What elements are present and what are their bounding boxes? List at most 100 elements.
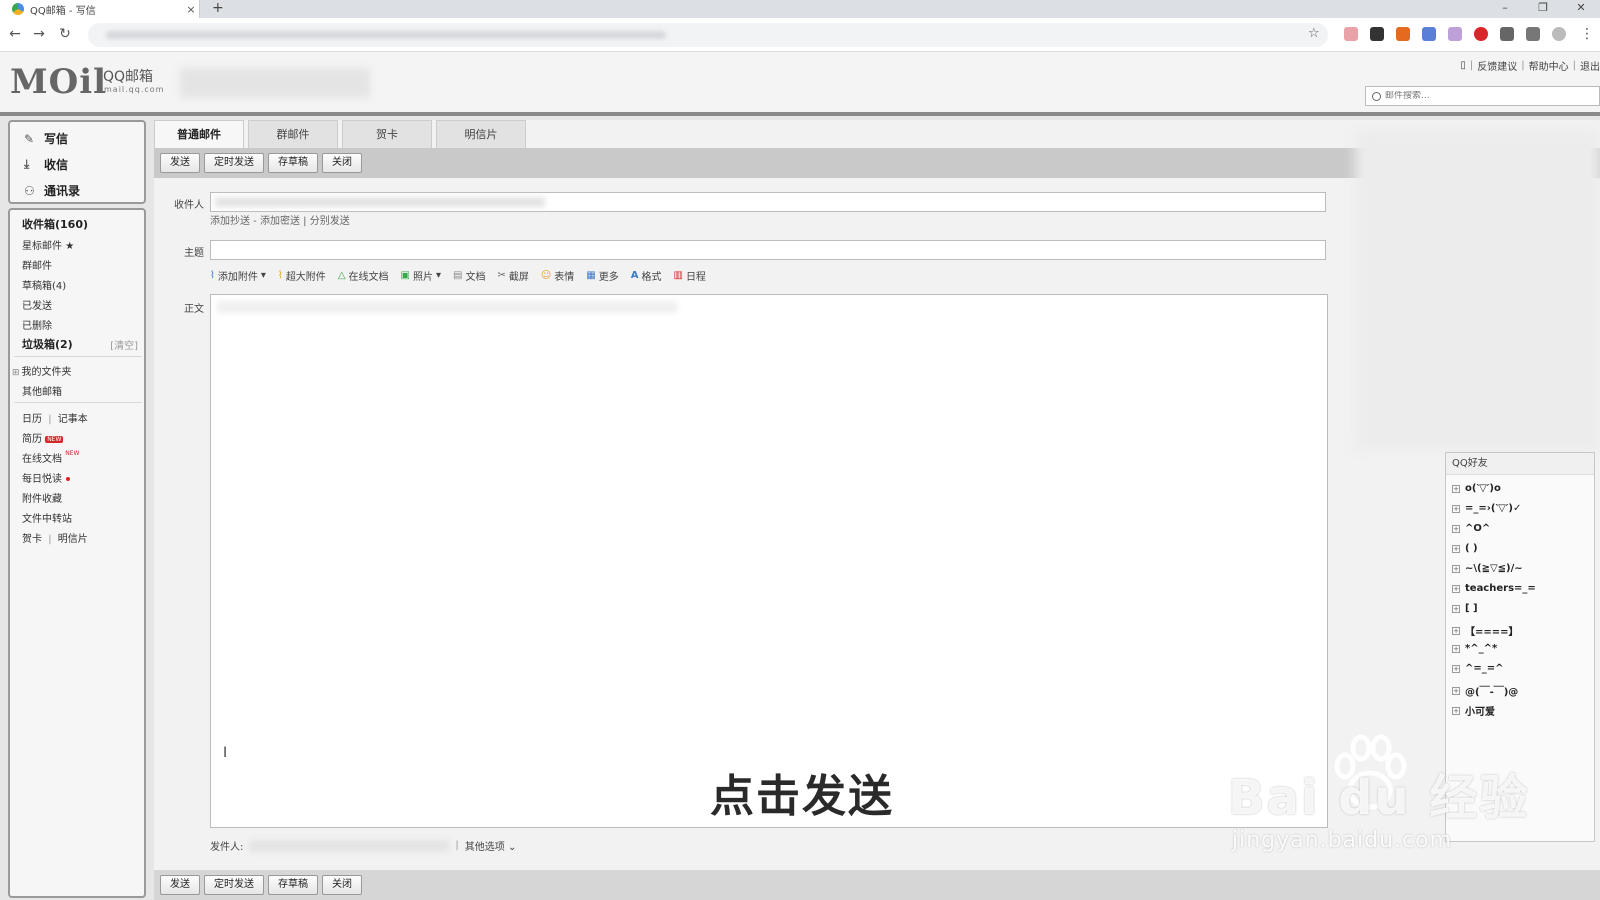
compose-toolbar-bottom: 发送 定时发送 存草稿 关闭 [154,870,1600,900]
back-icon[interactable]: ← [6,26,24,42]
chevron-down-icon[interactable]: ▾ [261,270,266,281]
contact-group[interactable]: +( ) [1452,543,1478,554]
send-button[interactable]: 发送 [160,153,200,173]
sender-address-blurred[interactable] [249,839,450,852]
browser-menu-icon[interactable]: ⋮ [1578,26,1596,42]
photo-button[interactable]: ▣ 照片 ▾ [401,268,441,283]
add-bcc-link[interactable]: 添加密送 [260,216,300,227]
sidebar-item-resume[interactable]: 简历 NEW [22,430,64,445]
contact-group[interactable]: + 小可爱 [1452,703,1495,718]
contacts-button[interactable]: ⚇ 通讯录 [24,182,80,199]
sidebar-item-attachment-fav[interactable]: 附件收藏 [22,490,62,505]
tab-normal-mail[interactable]: 普通邮件 [154,120,244,148]
forward-icon[interactable]: → [30,26,48,42]
tab-close-icon[interactable]: × [183,3,199,16]
schedule-send-button[interactable]: 定时发送 [204,875,264,895]
sidebar-item-inbox[interactable]: 收件箱(160) [22,216,88,232]
feedback-link[interactable]: 反馈建议 [1477,58,1517,73]
large-attachment-button[interactable]: ⌇ 超大附件 [278,268,326,283]
profile-icon[interactable] [1552,27,1566,41]
mobile-icon[interactable]: ▯ [1460,60,1466,71]
browser-tab-active[interactable]: QQ邮箱 - 写信 × [0,0,200,18]
minimize-icon[interactable]: – [1486,0,1524,18]
schedule-button[interactable]: ▥ 日程 [673,268,705,283]
body-editor[interactable]: I [210,294,1328,828]
chevron-down-icon[interactable]: ▾ [436,270,441,281]
send-button[interactable]: 发送 [160,875,200,895]
reload-icon[interactable]: ↻ [56,26,74,42]
sidebar-item-daily-read[interactable]: 每日悦读 [22,470,70,485]
sidebar-item-group[interactable]: 群邮件 [22,257,52,272]
new-tab-button[interactable]: + [212,0,224,17]
extension-icon[interactable] [1396,27,1410,41]
screenshot-button[interactable]: ✂ 截屏 [497,268,528,283]
mail-search-input[interactable] [1385,91,1575,101]
separate-send-link[interactable]: 分别发送 [310,216,350,227]
close-button[interactable]: 关闭 [322,153,362,173]
receive-button[interactable]: ⤓ 收信 [24,156,68,173]
mail-logo[interactable]: MOil [10,62,107,102]
compose-button[interactable]: ✎ 写信 [24,130,68,147]
greeting-card-link[interactable]: 贺卡 [22,534,42,545]
to-field[interactable] [210,192,1326,212]
contact-group[interactable]: + *^_^* [1452,643,1497,654]
help-center-link[interactable]: 帮助中心 [1529,58,1569,73]
document-button[interactable]: ▤ 文档 [453,268,485,283]
spam-clear-link[interactable]: [清空] [110,337,138,352]
tab-postcard[interactable]: 明信片 [436,120,526,148]
online-doc-button[interactable]: △ 在线文档 [338,268,389,283]
contact-group[interactable]: + ~\(≧▽≦)/~ [1452,563,1523,574]
close-button[interactable]: 关闭 [322,875,362,895]
extension-icon[interactable] [1344,27,1358,41]
sidebar-item-drafts[interactable]: 草稿箱(4) [22,277,66,292]
schedule-send-button[interactable]: 定时发送 [204,153,264,173]
sidebar-item-starred[interactable]: 星标邮件 ★ [22,237,74,252]
sidebar-item-calendar-notebook: 日历 | 记事本 [22,414,88,425]
contact-group[interactable]: +[ ] [1452,603,1478,614]
sidebar-item-file-transfer[interactable]: 文件中转站 [22,510,72,525]
tab-greeting-card[interactable]: 贺卡 [342,120,432,148]
extension-icon[interactable] [1474,27,1488,41]
sidebar-actions: ✎ 写信 ⤓ 收信 ⚇ 通讯录 [8,120,146,204]
contact-group[interactable]: + ^O^ [1452,523,1490,534]
sidebar-item-online-docs[interactable]: 在线文档 NEW [22,450,79,465]
bookmark-star-icon[interactable]: ☆ [1308,26,1320,41]
other-options-link[interactable]: 其他选项 ⌄ [465,838,517,853]
expand-icon: + [1452,504,1460,513]
extension-icon[interactable] [1370,27,1384,41]
expand-icon: + [1452,644,1460,653]
contact-group[interactable]: + o(‵▽′)o [1452,483,1501,494]
sidebar-item-my-folders[interactable]: ⊞ 我的文件夹 [12,363,72,378]
subject-field[interactable] [210,240,1326,260]
sidebar-item-deleted[interactable]: 已删除 [22,317,52,332]
tab-group-mail[interactable]: 群邮件 [248,120,338,148]
add-attachment-button[interactable]: ⌇ 添加附件 ▾ [210,268,266,283]
sidebar-item-sent[interactable]: 已发送 [22,297,52,312]
format-button[interactable]: A 格式 [631,268,662,283]
postcard-link[interactable]: 明信片 [58,534,88,545]
sidebar-item-other-mailbox[interactable]: 其他邮箱 [22,383,62,398]
notebook-link[interactable]: 记事本 [58,414,88,425]
logout-link[interactable]: 退出 [1580,58,1600,73]
maximize-icon[interactable]: ❐ [1524,0,1562,18]
url-field[interactable] [88,23,1328,47]
emoji-button[interactable]: ☺ 表情 [541,268,574,283]
expand-icon: + [1452,584,1460,593]
contact-group[interactable]: + @(￣-￣)@ [1452,683,1518,698]
more-button[interactable]: ▦ 更多 [586,268,618,283]
save-draft-button[interactable]: 存草稿 [268,153,318,173]
extension-icon[interactable] [1448,27,1462,41]
reading-list-icon[interactable] [1526,27,1540,41]
add-cc-link[interactable]: 添加抄送 [210,216,250,227]
contact-group[interactable]: + ^=_=^ [1452,663,1504,674]
sidebar-item-spam[interactable]: 垃圾箱(2) [22,336,73,352]
window-close-icon[interactable]: ✕ [1562,0,1600,18]
puzzle-icon[interactable] [1500,27,1514,41]
contact-group[interactable]: + teachers=_= [1452,583,1536,594]
save-draft-button[interactable]: 存草稿 [268,875,318,895]
extension-icon[interactable] [1422,27,1436,41]
contact-group[interactable]: + =_=›(‵▽′)✓ [1452,503,1521,514]
contact-group[interactable]: + 【====】 [1452,623,1519,638]
calendar-link[interactable]: 日历 [22,414,42,425]
mail-search[interactable] [1365,86,1600,106]
